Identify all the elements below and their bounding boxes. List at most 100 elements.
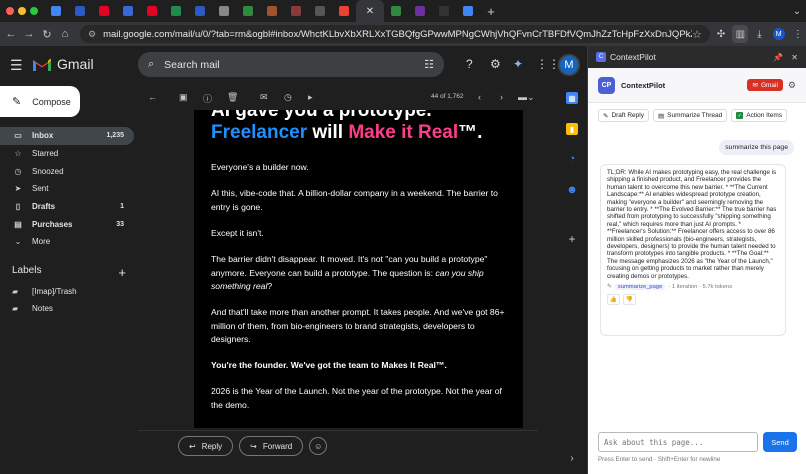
nav-item-sent[interactable]: ➤ Sent: [0, 180, 134, 198]
tab-1[interactable]: [44, 0, 68, 22]
bookmark-star-icon[interactable]: ☆: [692, 28, 702, 41]
compose-button[interactable]: ✎ Compose: [0, 86, 80, 117]
nav-item-more[interactable]: ⌄ More: [0, 233, 134, 251]
extensions-icon[interactable]: ✣: [713, 25, 729, 43]
thumbs-up-icon[interactable]: 👍: [607, 294, 620, 306]
close-panel-icon[interactable]: ✕: [791, 53, 798, 62]
tab-14[interactable]: [384, 0, 408, 22]
reload-icon[interactable]: ↻: [38, 28, 56, 41]
site-info-icon[interactable]: ⚙: [88, 29, 96, 40]
thumbs-down-icon[interactable]: 👎: [623, 294, 636, 306]
chat-input-row: Send: [598, 432, 797, 452]
tab-active-gmail[interactable]: ✕: [356, 0, 384, 22]
search-bar[interactable]: ⌕ Search mail ☷: [138, 52, 444, 77]
older-icon[interactable]: ›: [500, 92, 503, 102]
label-item-text: Notes: [32, 304, 53, 313]
tasks-icon[interactable]: ◔: [566, 153, 578, 165]
panel-settings-icon[interactable]: ⚙: [788, 80, 796, 91]
gmail-badge-label: Gmail: [760, 81, 778, 89]
tab-11[interactable]: [284, 0, 308, 22]
nav-item-starred[interactable]: ☆ Starred: [0, 145, 134, 163]
search-icon[interactable]: ⌕: [148, 58, 154, 71]
delete-icon[interactable]: 🗑: [227, 92, 238, 103]
main-menu-icon[interactable]: ☰: [10, 57, 23, 74]
settings-gear-icon[interactable]: ⚙: [490, 57, 501, 71]
minimize-window-button[interactable]: [18, 7, 26, 15]
email-headline-2: Freelancer will Make it Real™.: [211, 122, 482, 144]
tab-5[interactable]: [140, 0, 164, 22]
tab-12[interactable]: [308, 0, 332, 22]
mark-unread-icon[interactable]: ✉: [260, 92, 268, 103]
checkbox-icon: ✓: [736, 112, 744, 119]
label-item-notes[interactable]: ▰ Notes: [12, 304, 53, 313]
tab-15[interactable]: [408, 0, 432, 22]
tab-8[interactable]: [212, 0, 236, 22]
tab-favicon-icon: [415, 6, 425, 16]
apps-grid-icon[interactable]: ⋮⋮: [536, 57, 560, 71]
nav-item-snoozed[interactable]: ◷ Snoozed: [0, 162, 134, 180]
omnibox[interactable]: ⚙ mail.google.com/mail/u/0/?tab=rm&ogbl#…: [80, 25, 710, 43]
gemini-sparkle-icon[interactable]: ✦: [513, 57, 523, 71]
back-icon[interactable]: ←: [2, 28, 20, 40]
tab-4[interactable]: [116, 0, 140, 22]
forward-label: Forward: [262, 441, 293, 451]
forward-button[interactable]: ↪ Forward: [239, 436, 304, 456]
contacts-icon[interactable]: ☻: [566, 184, 578, 196]
tab-13[interactable]: [332, 0, 356, 22]
tab-6[interactable]: [164, 0, 188, 22]
address-bar-row: ← → ↻ ⌂ ⚙ mail.google.com/mail/u/0/?tab=…: [0, 22, 806, 46]
report-spam-icon[interactable]: ⓘ: [203, 92, 212, 105]
search-input[interactable]: Search mail: [164, 59, 424, 71]
new-tab-button[interactable]: +: [480, 4, 502, 19]
maximize-window-button[interactable]: [30, 7, 38, 15]
newer-icon[interactable]: ‹: [478, 92, 481, 102]
ai-response: TL;DR: While AI makes prototyping easy, …: [600, 164, 786, 336]
label-item-trash[interactable]: ▰ [Imap]/Trash: [12, 287, 77, 296]
get-addons-icon[interactable]: +: [566, 232, 578, 246]
emoji-reaction-icon[interactable]: ☺: [309, 437, 328, 455]
close-window-button[interactable]: [6, 7, 14, 15]
search-options-icon[interactable]: ☷: [424, 58, 434, 71]
home-icon[interactable]: ⌂: [56, 28, 74, 40]
tab-17[interactable]: [456, 0, 480, 22]
downloads-icon[interactable]: ⤓: [751, 25, 767, 43]
tab-9[interactable]: [236, 0, 260, 22]
nav-item-inbox[interactable]: ▭ Inbox 1,235: [0, 127, 134, 145]
add-label-icon[interactable]: +: [118, 265, 126, 280]
email-paragraph-4: The barrier didn't disappear. It moved. …: [211, 253, 511, 294]
nav-item-purchases[interactable]: ▤ Purchases 33: [0, 215, 134, 233]
summarize-action-button[interactable]: ▤ Summarize Thread: [652, 109, 728, 122]
close-tab-icon[interactable]: ✕: [366, 6, 374, 17]
tab-2[interactable]: [68, 0, 92, 22]
forward-icon[interactable]: →: [20, 28, 38, 40]
profile-avatar[interactable]: M: [771, 25, 787, 43]
draft-action-button[interactable]: ✎ Draft Reply: [598, 109, 649, 122]
tab-3[interactable]: [92, 0, 116, 22]
help-icon[interactable]: ?: [466, 57, 473, 71]
tab-16[interactable]: [432, 0, 456, 22]
calendar-icon[interactable]: ▦: [566, 92, 578, 104]
url-text[interactable]: mail.google.com/mail/u/0/?tab=rm&ogbl#in…: [103, 29, 692, 40]
side-panel-icon[interactable]: ▥: [732, 25, 749, 43]
move-to-icon[interactable]: ▸: [308, 92, 313, 103]
tab-search-icon[interactable]: ⌄: [788, 2, 806, 20]
tab-10[interactable]: [260, 0, 284, 22]
archive-icon[interactable]: ▣: [179, 92, 188, 103]
back-to-inbox-icon[interactable]: ←: [148, 92, 157, 102]
input-tools-icon[interactable]: ▬⌄: [518, 92, 535, 103]
send-button[interactable]: Send: [763, 432, 797, 452]
pin-icon[interactable]: 📌: [773, 53, 783, 62]
reply-label: Reply: [201, 441, 223, 451]
keep-icon[interactable]: ▮: [566, 123, 578, 135]
labels-heading: Labels: [12, 265, 42, 276]
snooze-icon[interactable]: ◷: [284, 92, 292, 103]
reply-button[interactable]: ↩ Reply: [178, 436, 234, 456]
ask-input[interactable]: [598, 432, 758, 452]
gmail-logo[interactable]: Gmail: [32, 56, 94, 72]
browser-menu-icon[interactable]: ⋮: [790, 25, 806, 43]
tab-7[interactable]: [188, 0, 212, 22]
actions-action-button[interactable]: ✓ Action Items: [731, 109, 788, 122]
hide-panel-icon[interactable]: ›: [566, 452, 578, 464]
tab-favicon-icon: [99, 6, 109, 16]
nav-item-drafts[interactable]: ▯ Drafts 1: [0, 198, 134, 216]
